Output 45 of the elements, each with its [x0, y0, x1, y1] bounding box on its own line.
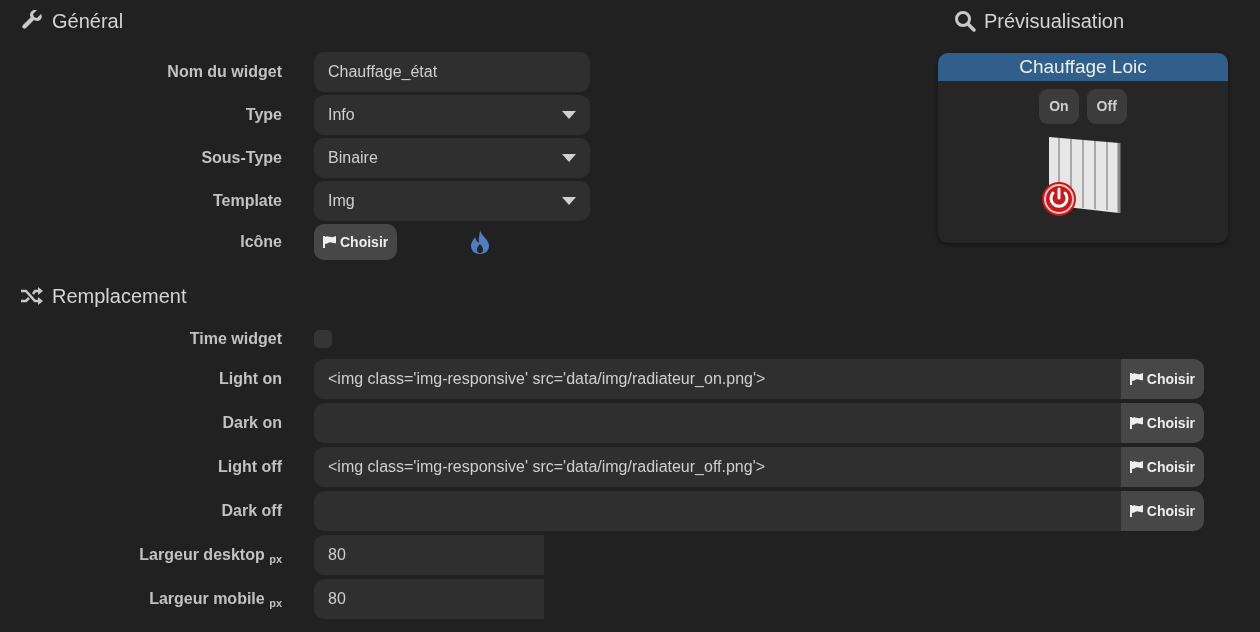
- choose-button[interactable]: Choisir: [1120, 403, 1204, 443]
- caret-icon: [562, 154, 576, 162]
- field-label: Dark on: [221, 413, 282, 433]
- number-field[interactable]: 80: [314, 579, 544, 619]
- field-label: Icône: [239, 232, 282, 252]
- caret-icon: [562, 197, 576, 205]
- field-label: Light off: [217, 457, 282, 477]
- flag-icon: [323, 235, 337, 249]
- field-label: Dark off: [220, 501, 282, 521]
- field-label: Largeur mobile $_{px}$: [148, 589, 282, 611]
- image-code-field[interactable]: [314, 403, 1121, 443]
- select-dropdown[interactable]: Binaire: [314, 138, 590, 178]
- select-dropdown[interactable]: Info: [314, 95, 590, 135]
- choose-button[interactable]: Choisir: [1120, 359, 1204, 399]
- shuffle-icon: [20, 286, 44, 306]
- field-label: Template: [211, 191, 282, 211]
- text-field[interactable]: Chauffage_état: [314, 52, 590, 92]
- section-title: Remplacement: [52, 284, 187, 309]
- search-icon: [954, 10, 976, 32]
- select-dropdown[interactable]: Img: [314, 181, 590, 221]
- field-label: Largeur desktop $_{px}$: [138, 545, 282, 567]
- field-label: Sous-Type: [200, 148, 282, 168]
- image-code-field[interactable]: <img class='img-responsive' src='data/img/radiateur_on.png'>: [314, 359, 1121, 399]
- flag-icon: [1129, 416, 1144, 430]
- field-label: Type: [244, 105, 282, 125]
- image-code-field[interactable]: [314, 491, 1121, 531]
- number-field[interactable]: 80: [314, 535, 544, 575]
- field-label: Nom du widget: [166, 62, 282, 82]
- widget-button[interactable]: Off: [1086, 89, 1127, 124]
- widget-button[interactable]: On: [1039, 89, 1079, 124]
- field-label: Time widget: [188, 329, 282, 349]
- wrench-icon: [20, 10, 44, 32]
- choose-button[interactable]: Choisir: [314, 224, 398, 260]
- section-title: Général: [52, 9, 124, 34]
- choose-button[interactable]: Choisir: [1120, 491, 1204, 531]
- choose-button[interactable]: Choisir: [1120, 447, 1204, 487]
- image-code-field[interactable]: <img class='img-responsive' src='data/img/radiateur_off.png'>: [314, 447, 1121, 487]
- flag-icon: [1129, 460, 1144, 474]
- flag-icon: [1129, 504, 1144, 518]
- flame-icon: [469, 229, 492, 255]
- flag-icon: [1129, 372, 1144, 386]
- field-label: Light on: [217, 369, 282, 389]
- widget-title: Chauffage Loic: [938, 53, 1228, 81]
- section-title: Prévisualisation: [984, 9, 1125, 34]
- caret-icon: [562, 111, 576, 119]
